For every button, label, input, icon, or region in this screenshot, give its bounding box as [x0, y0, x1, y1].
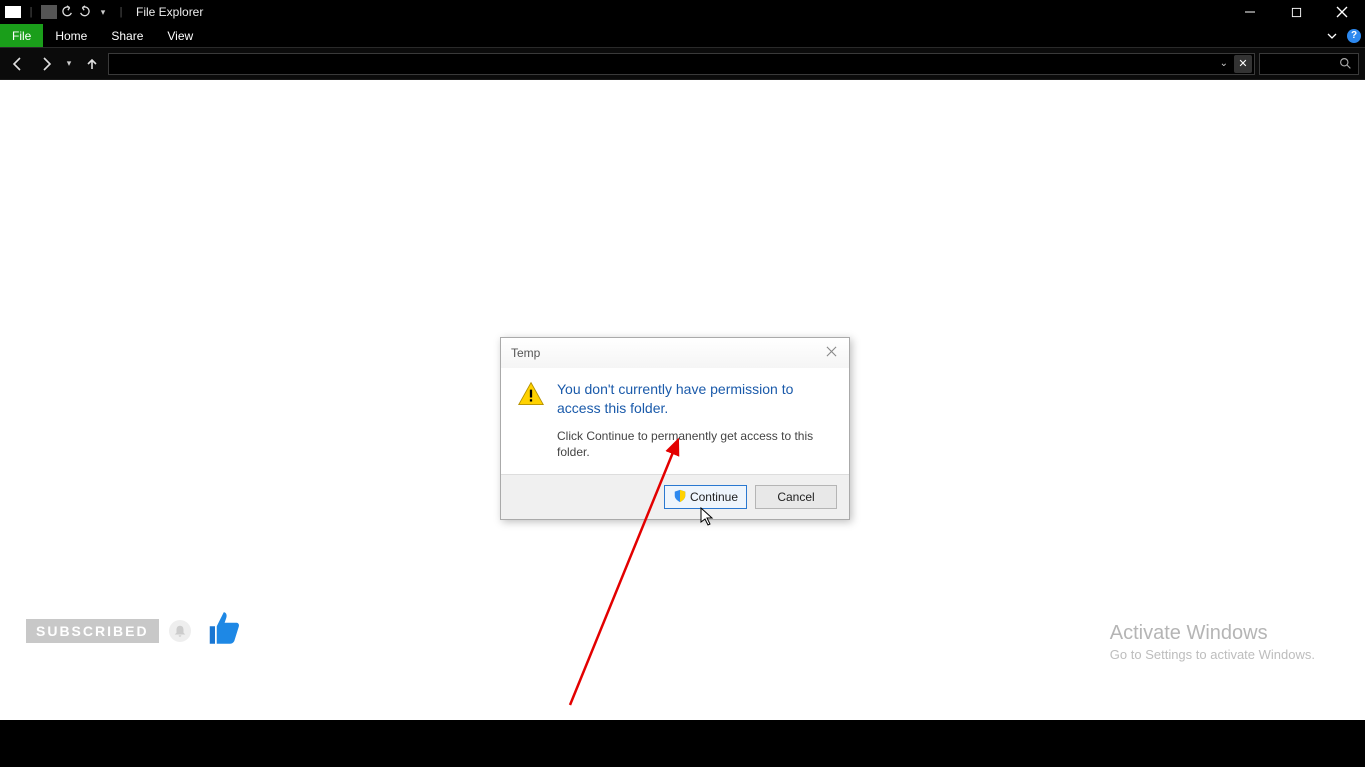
dialog-button-row: Continue Cancel — [501, 474, 849, 519]
nav-back-button[interactable] — [6, 52, 30, 76]
dialog-close-button[interactable] — [817, 340, 845, 362]
tab-view[interactable]: View — [155, 24, 205, 47]
help-button[interactable]: ? — [1343, 24, 1365, 47]
qat-properties-icon[interactable] — [40, 3, 58, 21]
youtube-overlay: SUBSCRIBED — [26, 607, 243, 654]
thumbs-up-icon — [201, 607, 243, 654]
content-area: Temp You don't currently have permission… — [0, 80, 1365, 720]
address-bar[interactable]: ⌄ ✕ — [108, 53, 1255, 75]
qat-separator-2: | — [112, 3, 130, 21]
help-icon: ? — [1347, 29, 1361, 43]
window-title: File Explorer — [136, 5, 203, 19]
navigation-bar: ▾ ⌄ ✕ — [0, 48, 1365, 80]
nav-up-button[interactable] — [80, 52, 104, 76]
minimize-button[interactable] — [1227, 0, 1273, 24]
tab-home[interactable]: Home — [43, 24, 99, 47]
dialog-subtext: Click Continue to permanently get access… — [557, 428, 833, 460]
continue-button[interactable]: Continue — [664, 485, 747, 509]
tab-file[interactable]: File — [0, 24, 43, 47]
activate-windows-watermark: Activate Windows Go to Settings to activ… — [1110, 622, 1315, 662]
uac-shield-icon — [673, 489, 687, 506]
ribbon-expand-button[interactable] — [1321, 24, 1343, 47]
qat-dropdown-icon[interactable]: ▾ — [94, 3, 112, 21]
undo-icon[interactable] — [58, 3, 76, 21]
bottom-black-band — [0, 720, 1365, 767]
dialog-title: Temp — [511, 346, 540, 360]
nav-history-dropdown[interactable]: ▾ — [62, 52, 76, 76]
warning-icon — [517, 380, 545, 460]
maximize-button[interactable] — [1273, 0, 1319, 24]
refresh-button[interactable]: ✕ — [1234, 55, 1252, 73]
search-icon — [1339, 57, 1352, 70]
cancel-button[interactable]: Cancel — [755, 485, 837, 509]
nav-forward-button[interactable] — [34, 52, 58, 76]
tab-share[interactable]: Share — [99, 24, 155, 47]
continue-button-label: Continue — [690, 490, 738, 504]
quick-access-toolbar: | ▾ | — [4, 3, 130, 21]
dialog-heading: You don't currently have permission to a… — [557, 380, 833, 418]
ribbon-tabs: File Home Share View ? — [0, 24, 1365, 48]
cancel-button-label: Cancel — [777, 490, 814, 504]
close-window-button[interactable] — [1319, 0, 1365, 24]
subscribed-badge: SUBSCRIBED — [26, 619, 159, 643]
titlebar: | ▾ | File Explorer — [0, 0, 1365, 24]
bell-icon — [169, 620, 191, 642]
dialog-titlebar[interactable]: Temp — [501, 338, 849, 368]
search-box[interactable] — [1259, 53, 1359, 75]
app-icon — [4, 3, 22, 21]
watermark-line1: Activate Windows — [1110, 622, 1315, 645]
watermark-line2: Go to Settings to activate Windows. — [1110, 647, 1315, 662]
qat-separator: | — [22, 3, 40, 21]
redo-icon[interactable] — [76, 3, 94, 21]
permission-dialog: Temp You don't currently have permission… — [500, 337, 850, 520]
address-dropdown-icon[interactable]: ⌄ — [1216, 58, 1232, 69]
